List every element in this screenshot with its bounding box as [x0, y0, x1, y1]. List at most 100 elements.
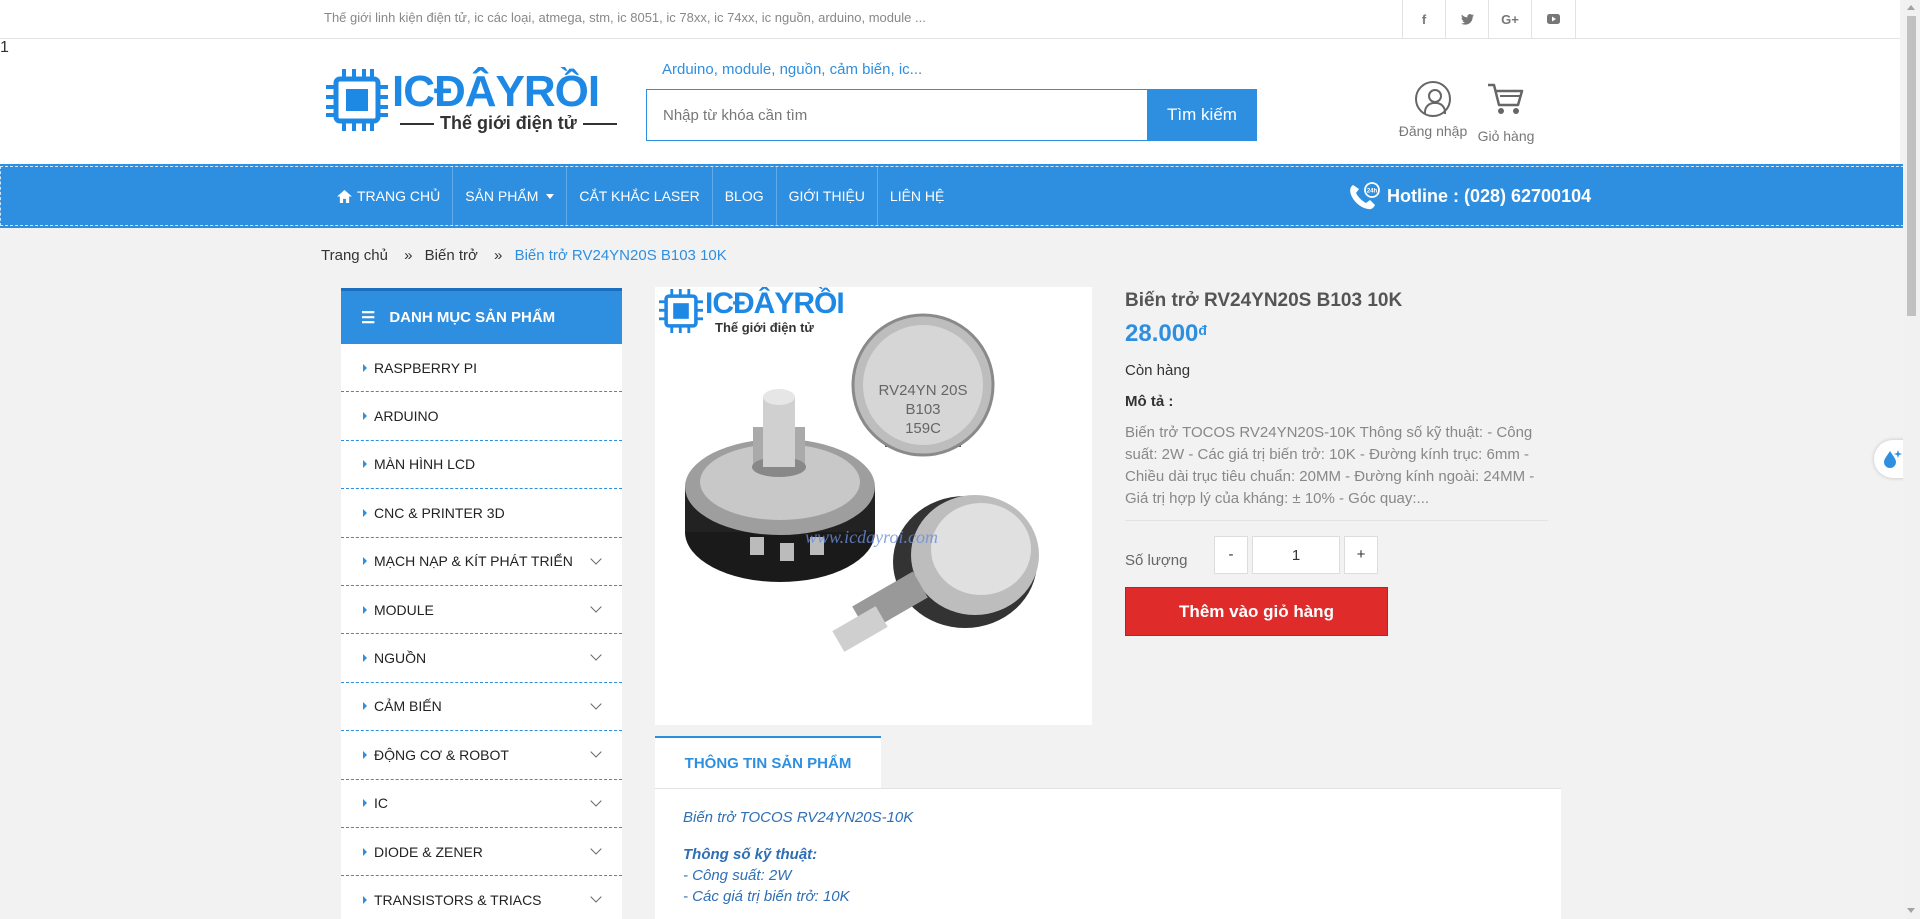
caret-right-icon — [363, 895, 367, 904]
breadcrumb-separator: » — [494, 247, 503, 264]
scroll-up-arrow-icon[interactable] — [1907, 5, 1915, 10]
quantity-increase-button[interactable]: + — [1344, 536, 1378, 574]
login-link[interactable]: Đăng nhập — [1398, 81, 1468, 139]
tab-product-info[interactable]: THÔNG TIN SẢN PHẨM — [655, 736, 881, 789]
stock-status: Còn hàng — [1125, 362, 1191, 379]
caret-right-icon — [363, 557, 367, 566]
quantity-stepper: Số lượng - + — [1125, 536, 1425, 574]
description-label: Mô tả : — [1125, 393, 1174, 410]
caret-right-icon — [363, 654, 367, 663]
breadcrumb-category[interactable]: Biến trở — [425, 247, 478, 264]
potentiometer-left — [685, 389, 875, 582]
sidebar-title: ☰ DANH MỤC SẢN PHẨM — [341, 288, 622, 344]
product-image[interactable]: ICĐÂYRỒI Thế giới điện tử RV24YN 20S B10… — [655, 287, 1092, 725]
chevron-down-icon[interactable] — [590, 891, 602, 903]
breadcrumb: Trang chủ » Biến trở » Biến trở RV24YN20… — [321, 247, 727, 264]
sidebar-item-label: MODULE — [374, 601, 434, 618]
top-bar: Thế giới linh kiện điện tử, ic các loại,… — [0, 0, 1900, 39]
tab-content: Biến trở TOCOS RV24YN20S-10K Thông số kỹ… — [655, 788, 1561, 919]
sidebar-item-lcd[interactable]: MÀN HÌNH LCD — [341, 440, 622, 490]
sidebar-item-diode[interactable]: DIODE & ZENER — [341, 827, 622, 877]
sidebar-item-dev-kits[interactable]: MẠCH NẠP & KÍT PHÁT TRIỂN — [341, 537, 622, 586]
sidebar-title-text: DANH MỤC SẢN PHẨM — [389, 309, 556, 326]
chevron-down-icon[interactable] — [590, 649, 602, 662]
cart-icon — [1488, 83, 1524, 114]
scrollbar-thumb[interactable] — [1907, 16, 1916, 316]
nav-item-blog[interactable]: BLOG — [713, 167, 777, 225]
nav-item-about[interactable]: GIỚI THIỆU — [777, 167, 878, 225]
caret-right-icon — [363, 460, 367, 469]
product-title: Biến trở RV24YN20S B103 10K — [1125, 290, 1403, 311]
tab-spec-line: - Các giá trị biến trở: 10K — [683, 888, 850, 905]
potentiometer-photo: RV24YN 20S B103 159C — [685, 313, 1039, 652]
price-currency: đ — [1198, 322, 1207, 338]
search-button[interactable]: Tìm kiếm — [1147, 89, 1257, 141]
part-marking-line2: B103 — [905, 401, 940, 418]
image-watermark: www.icdayroi.com — [805, 527, 938, 547]
facebook-icon[interactable]: f — [1402, 0, 1445, 38]
sidebar-item-label: ARDUINO — [374, 408, 439, 425]
cart-label: Giỏ hàng — [1477, 128, 1535, 144]
site-header: ICĐÂYRỒI Thế giới điện tử Arduino, modul… — [0, 39, 1900, 166]
sidebar-item-transistors[interactable]: TRANSISTORS & TRIACS — [341, 876, 622, 919]
caret-right-icon — [363, 750, 367, 759]
sidebar-item-arduino[interactable]: ARDUINO — [341, 392, 622, 441]
nav-item-contact[interactable]: LIÊN HỆ — [878, 167, 956, 225]
search-hint[interactable]: Arduino, module, nguồn, cảm biến, ic... — [662, 61, 922, 78]
nav-label-home: TRANG CHỦ — [357, 188, 441, 204]
caret-right-icon — [363, 799, 367, 808]
sidebar-item-raspberry-pi[interactable]: RASPBERRY PI — [341, 344, 622, 393]
sidebar-item-cnc[interactable]: CNC & PRINTER 3D — [341, 489, 622, 538]
chevron-down-icon[interactable] — [590, 746, 602, 758]
product-info: Biến trở RV24YN20S B103 10K 28.000đ Còn … — [1125, 290, 1548, 521]
sidebar-item-label: MẠCH NẠP & KÍT PHÁT TRIỂN — [374, 553, 573, 570]
caret-right-icon — [363, 412, 367, 421]
site-logo[interactable]: ICĐÂYRỒI Thế giới điện tử — [324, 65, 614, 135]
google-plus-icon[interactable]: G+ — [1488, 0, 1531, 38]
product-description: Biến trở TOCOS RV24YN20S-10K Thông số kỹ… — [1125, 422, 1548, 521]
quantity-input[interactable] — [1252, 536, 1340, 574]
search-input[interactable] — [646, 89, 1148, 141]
breadcrumb-separator: » — [404, 247, 413, 264]
chevron-down-icon[interactable] — [590, 843, 602, 855]
phone-24h-icon: 24h — [1350, 182, 1380, 210]
caret-right-icon — [363, 508, 367, 517]
breadcrumb-home[interactable]: Trang chủ — [321, 247, 388, 264]
hotline[interactable]: 24h Hotline : (028) 62700104 — [1347, 181, 1591, 211]
sidebar-item-sensors[interactable]: CẢM BIẾN — [341, 682, 622, 732]
sidebar-item-label: ĐỘNG CƠ & ROBOT — [374, 746, 509, 763]
social-links: f G+ — [1402, 0, 1576, 38]
login-label: Đăng nhập — [1398, 123, 1468, 139]
chevron-down-icon[interactable] — [590, 552, 602, 565]
add-to-cart-button[interactable]: Thêm vào giỏ hàng — [1125, 587, 1388, 636]
caret-right-icon — [363, 847, 367, 856]
scroll-down-arrow-icon[interactable] — [1907, 908, 1915, 913]
chevron-down-icon[interactable] — [590, 698, 602, 710]
svg-text:24h: 24h — [1367, 189, 1378, 195]
sidebar-item-label: NGUỒN — [374, 650, 427, 667]
product-tabs: THÔNG TIN SẢN PHẨM Biến trở TOCOS RV24YN… — [655, 736, 1561, 919]
cart-link[interactable]: Giỏ hàng — [1474, 81, 1538, 144]
quantity-label: Số lượng — [1125, 552, 1188, 569]
sidebar-item-module[interactable]: MODULE — [341, 585, 622, 635]
nav-item-products[interactable]: SẢN PHẨM — [453, 167, 568, 225]
main-nav: TRANG CHỦ SẢN PHẨM CẮT KHẮC LASER BLOG G… — [0, 164, 1906, 228]
chevron-down-icon[interactable] — [590, 794, 602, 807]
sidebar-item-label: MÀN HÌNH LCD — [374, 456, 476, 473]
chevron-down-icon[interactable] — [590, 601, 602, 613]
page-scrollbar[interactable] — [1903, 0, 1920, 919]
tab-intro: Biến trở TOCOS RV24YN20S-10K — [683, 809, 914, 826]
quantity-decrease-button[interactable]: - — [1214, 536, 1248, 574]
twitter-icon[interactable] — [1445, 0, 1488, 38]
site-tagline: Thế giới linh kiện điện tử, ic các loại,… — [324, 10, 926, 25]
caret-down-icon — [546, 193, 555, 199]
nav-item-laser[interactable]: CẮT KHẮC LASER — [567, 167, 713, 225]
sidebar-item-ic[interactable]: IC — [341, 779, 622, 828]
caret-right-icon — [363, 363, 367, 372]
youtube-icon[interactable] — [1531, 0, 1576, 38]
water-drop-icon — [1884, 450, 1902, 468]
nav-item-home[interactable]: TRANG CHỦ — [325, 167, 454, 225]
sidebar-item-power[interactable]: NGUỒN — [341, 634, 622, 683]
sidebar-item-motors[interactable]: ĐỘNG CƠ & ROBOT — [341, 731, 622, 780]
caret-right-icon — [363, 605, 367, 614]
